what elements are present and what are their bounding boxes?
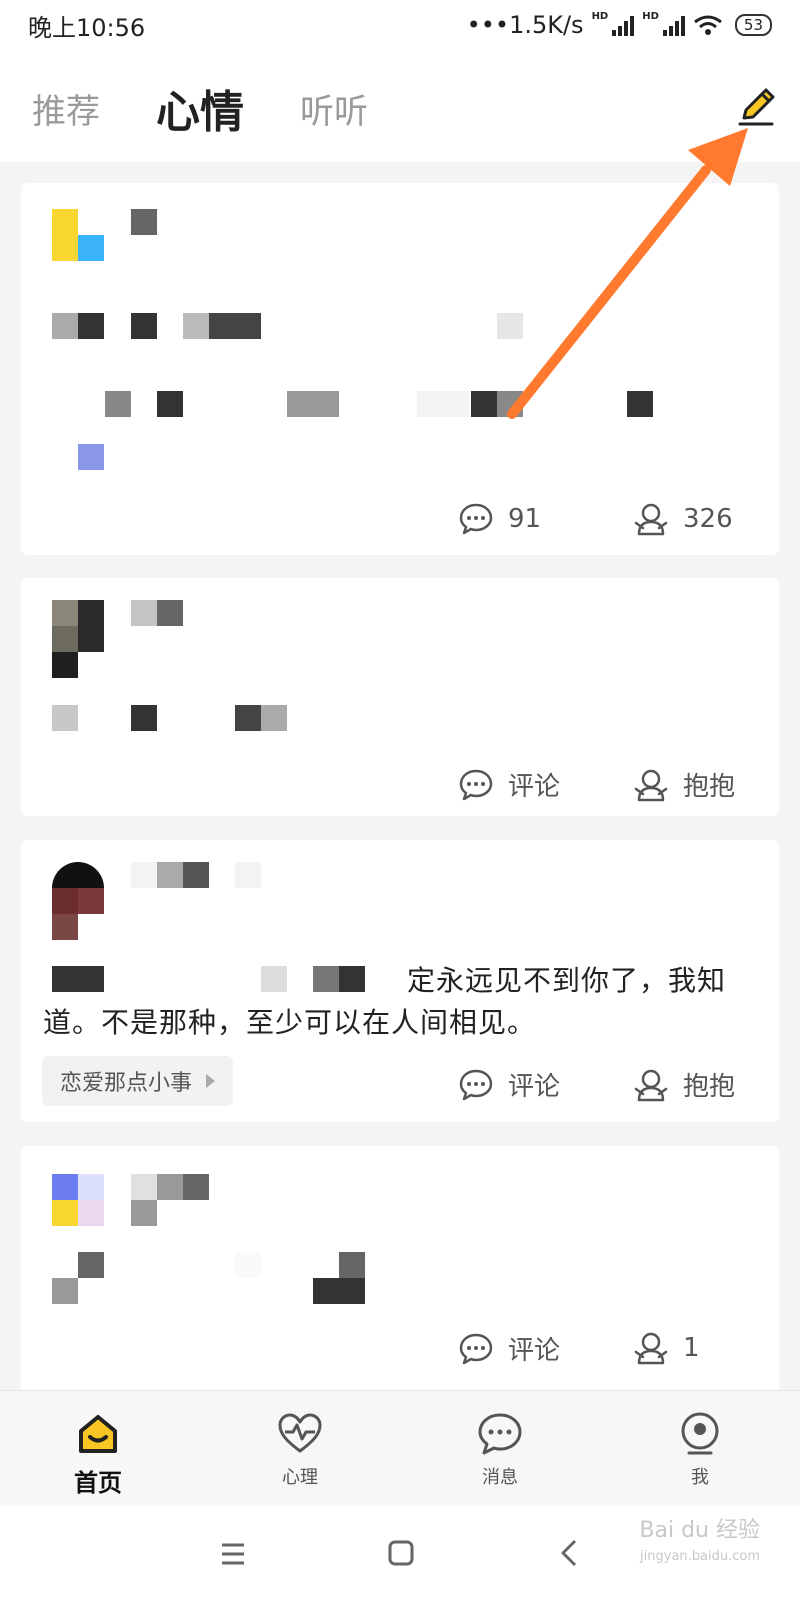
chevron-right-icon — [206, 1074, 216, 1088]
comment-label: 评论 — [508, 1072, 561, 1102]
signal-icon — [612, 14, 635, 36]
wifi-icon — [693, 15, 722, 35]
post-card[interactable]: 评论 抱抱 — [21, 578, 779, 816]
post-card[interactable]: 91 326 — [21, 183, 779, 555]
topic-label: 恋爱那点小事 — [60, 1071, 193, 1096]
hug-button[interactable]: 326 — [633, 501, 733, 537]
hug-count: 326 — [683, 504, 733, 534]
comment-icon — [459, 1069, 493, 1100]
hug-label: 抱抱 — [683, 772, 736, 802]
hug-button[interactable]: 抱抱 — [633, 766, 735, 803]
heart-pulse-icon — [278, 1413, 322, 1453]
pencil-icon[interactable] — [732, 84, 780, 132]
hug-icon — [634, 503, 668, 536]
comment-button[interactable]: 评论 — [458, 766, 560, 803]
hug-icon — [634, 1332, 668, 1365]
network-speed: •••1.5K/s — [466, 11, 584, 39]
comment-icon — [459, 769, 493, 800]
comment-button[interactable]: 评论 — [458, 1330, 560, 1367]
tab-recommend[interactable]: 推荐 — [32, 84, 100, 133]
tab-mood[interactable]: 心情 — [156, 76, 244, 140]
post-card[interactable]: 评论 1 — [21, 1146, 779, 1406]
nav-home[interactable]: 首页 — [38, 1409, 158, 1498]
watermark-line1: Bai du 经验 — [639, 1518, 760, 1543]
nav-me[interactable]: 我 — [640, 1409, 760, 1489]
home-icon — [79, 1415, 117, 1453]
topic-tag[interactable]: 恋爱那点小事 — [42, 1056, 234, 1106]
signal-icon-2 — [662, 14, 685, 36]
hd-label-2: HD — [642, 11, 659, 22]
menu-icon[interactable] — [220, 1542, 246, 1566]
comment-button[interactable]: 评论 — [458, 1066, 560, 1103]
hug-button[interactable]: 抱抱 — [633, 1066, 735, 1103]
hug-count: 1 — [683, 1333, 700, 1363]
comment-label: 评论 — [508, 772, 561, 802]
status-bar: 晚上10:56 •••1.5K/s HD HD 53 — [0, 0, 800, 50]
face-icon — [681, 1412, 719, 1455]
comment-label: 评论 — [508, 1336, 561, 1366]
bottom-nav: 首页 心理 消息 我 — [0, 1390, 800, 1506]
watermark: Bai du 经验 jingyan.baidu.com — [639, 1518, 760, 1570]
tab-listen[interactable]: 听听 — [300, 84, 368, 133]
comment-button[interactable]: 91 — [458, 501, 541, 537]
nav-messages[interactable]: 消息 — [440, 1409, 560, 1489]
comment-count: 91 — [508, 504, 542, 534]
nav-messages-label: 消息 — [482, 1467, 518, 1488]
nav-psychology[interactable]: 心理 — [240, 1409, 360, 1489]
comment-icon — [459, 1333, 493, 1364]
hd-label-1: HD — [591, 11, 609, 22]
home-button-icon[interactable] — [388, 1540, 414, 1566]
chat-icon — [478, 1413, 522, 1455]
status-time: 晚上10:56 — [28, 13, 146, 42]
hug-label: 抱抱 — [683, 1072, 736, 1102]
hug-icon — [634, 769, 668, 801]
top-tab-bar: 推荐 心情 听听 — [0, 50, 800, 162]
nav-home-label: 首页 — [74, 1469, 122, 1497]
back-icon[interactable] — [560, 1539, 578, 1567]
comment-icon — [459, 503, 493, 535]
nav-psychology-label: 心理 — [282, 1467, 318, 1488]
hug-icon — [634, 1069, 668, 1101]
status-indicators: •••1.5K/s HD HD 53 — [467, 11, 772, 39]
post-text: 定永远见不到你了，我知道。不是那种，至少可以在人间相见。 — [43, 964, 727, 1039]
nav-me-label: 我 — [691, 1467, 709, 1488]
hug-button[interactable]: 1 — [633, 1330, 700, 1366]
battery-icon: 53 — [734, 14, 772, 36]
username — [131, 209, 157, 235]
watermark-line2: jingyan.baidu.com — [640, 1549, 760, 1564]
post-card[interactable]: 定永远见不到你了，我知道。不是那种，至少可以在人间相见。 恋爱那点小事 评论 抱… — [21, 840, 779, 1122]
